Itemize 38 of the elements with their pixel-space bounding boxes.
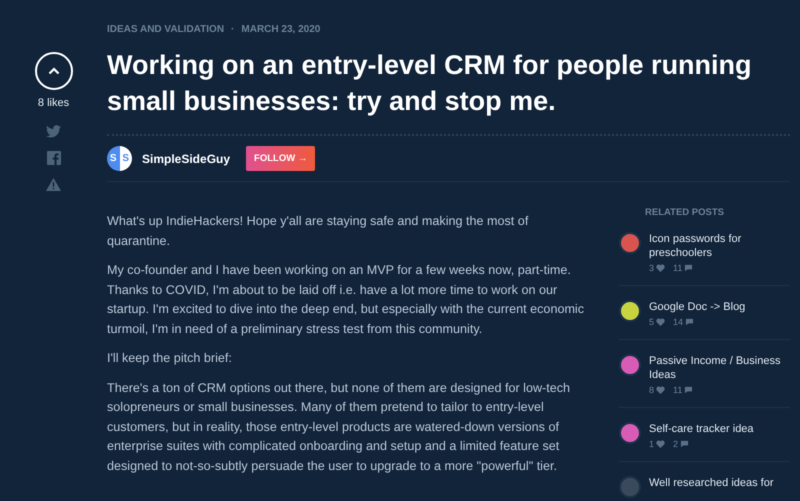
post-title: Working on an entry-level CRM for people running small businesses: try and stop me. — [107, 49, 753, 118]
facebook-icon[interactable] — [46, 151, 60, 165]
likes-count: 8 likes — [38, 97, 70, 109]
comments-stat: 14 — [673, 317, 694, 327]
related-post-link[interactable]: Google Doc -> Blog — [649, 300, 746, 314]
heart-icon — [656, 318, 666, 326]
upvote-button[interactable] — [34, 52, 72, 90]
related-post-link[interactable]: Well researched ideas for — [649, 476, 774, 490]
likes-stat: 8 — [649, 385, 666, 395]
comments-stat: 2 — [673, 439, 690, 449]
comments-stat: 11 — [673, 385, 694, 395]
related-posts-heading: RELATED POSTS — [645, 207, 725, 218]
related-post-link[interactable]: Self-care tracker idea — [649, 422, 754, 436]
related-post-link[interactable]: Passive Income / Business Ideas — [649, 354, 790, 382]
body-paragraph: I'll keep the pitch brief: — [107, 350, 233, 367]
separator-dot: · — [231, 24, 234, 35]
body-paragraph: There's a ton of CRM options out there, but none of them are designed for low-tech solopreneurs or small businesses. Many of them pretend to tailor to entry-level customers, but in reality, those entry-level products are watered-down versions of enterprise suites with complicated onboarding and setup and a limited feature set designed to not-so-subtly persuade the user to upgrade to a more "powerful" tier. — [107, 380, 572, 475]
twitter-icon[interactable] — [46, 125, 61, 138]
speech-bubble-icon — [680, 440, 690, 448]
warning-icon[interactable] — [46, 178, 61, 191]
body-paragraph: My co-founder and I have been working on an MVP for a few weeks now, part-time. Thanks to COVID, I'm about to be laid off i.e. have a lot more time to work on our startup. I'm excited to dive into the deep end, but especially with the current economic turmoil, I'm in need of a preliminary stress test from this community. — [107, 262, 585, 338]
comments-stat: 11 — [673, 263, 694, 273]
speech-bubble-icon — [684, 386, 694, 394]
post-date: MARCH 23, 2020 — [241, 24, 320, 35]
likes-stat: 5 — [649, 317, 666, 327]
category-link[interactable]: IDEAS AND VALIDATION — [107, 24, 224, 35]
body-paragraph: What's up IndieHackers! Hope y'all are staying safe and making the most of quarantine. — [107, 213, 530, 250]
author-name[interactable]: SimpleSideGuy — [142, 152, 230, 166]
speech-bubble-icon — [685, 318, 694, 326]
heart-icon — [656, 264, 666, 272]
likes-stat: 1 — [649, 439, 666, 449]
related-post-link[interactable]: Icon passwords for preschoolers — [649, 232, 790, 260]
heart-icon — [656, 440, 666, 448]
follow-button[interactable]: FOLLOW → — [246, 146, 316, 171]
speech-bubble-icon — [684, 264, 694, 272]
likes-stat: 3 — [649, 263, 666, 273]
chevron-up-icon — [48, 67, 60, 75]
heart-icon — [656, 386, 666, 394]
